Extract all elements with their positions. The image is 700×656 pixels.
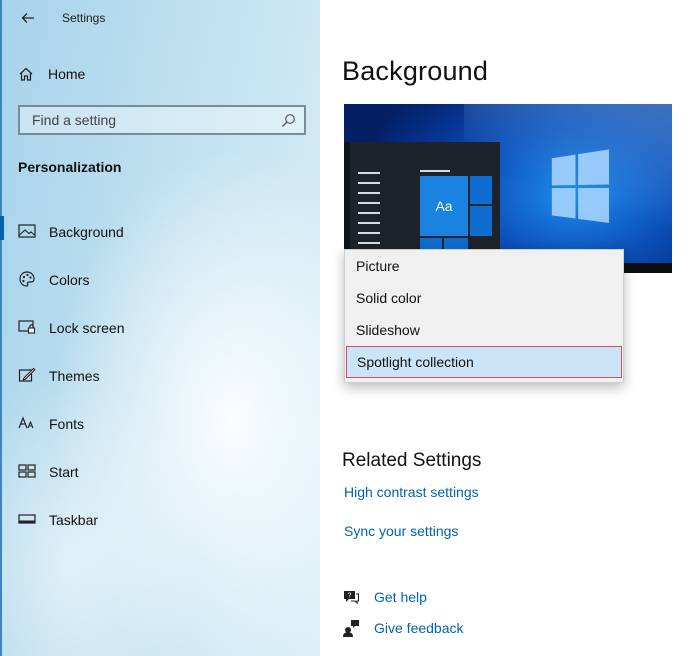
dropdown-option-spotlight-collection[interactable]: Spotlight collection: [346, 346, 622, 378]
home-label: Home: [48, 66, 86, 82]
lock-screen-icon: [18, 318, 36, 336]
sidebar-item-label: Lock screen: [49, 320, 125, 336]
app-title: Settings: [62, 11, 106, 25]
home-nav-item[interactable]: Home: [18, 64, 85, 84]
sidebar-item-label: Fonts: [49, 416, 85, 432]
back-button[interactable]: [18, 8, 38, 28]
sidebar-item-taskbar[interactable]: Taskbar: [2, 496, 320, 544]
dropdown-option-slideshow[interactable]: Slideshow: [345, 314, 623, 346]
related-settings-heading: Related Settings: [342, 450, 482, 471]
fonts-icon: [18, 414, 36, 432]
search-icon[interactable]: [281, 113, 296, 128]
get-help-label: Get help: [374, 589, 427, 605]
windows-logo-icon: [551, 148, 615, 229]
sidebar: Settings Home Personalization Background…: [0, 0, 320, 656]
svg-text:?: ?: [348, 593, 352, 600]
start-icon: [18, 462, 36, 480]
taskbar-icon: [18, 510, 36, 528]
feedback-icon: [342, 619, 360, 637]
give-feedback-link[interactable]: Give feedback: [342, 619, 464, 637]
search-input[interactable]: [30, 111, 281, 129]
back-arrow-icon: [21, 13, 34, 23]
dropdown-option-picture[interactable]: Picture: [345, 250, 623, 282]
page-title: Background: [342, 56, 489, 86]
sidebar-item-background[interactable]: Background: [0, 208, 320, 256]
preview-start-menu: Aa: [344, 142, 500, 263]
high-contrast-settings-link[interactable]: High contrast settings: [344, 484, 479, 500]
search-box: [18, 105, 306, 135]
sidebar-item-label: Start: [49, 464, 79, 480]
themes-icon: [18, 366, 36, 384]
sidebar-item-themes[interactable]: Themes: [2, 352, 320, 400]
sidebar-item-fonts[interactable]: Fonts: [2, 400, 320, 448]
section-header: Personalization: [18, 159, 122, 175]
give-feedback-label: Give feedback: [374, 620, 464, 636]
sidebar-item-label: Background: [49, 224, 124, 240]
sidebar-item-colors[interactable]: Colors: [2, 256, 320, 304]
home-icon: [19, 67, 33, 81]
palette-icon: [18, 270, 36, 288]
sidebar-item-label: Colors: [49, 272, 90, 288]
preview-tile: Aa: [420, 176, 468, 236]
title-bar: Settings: [18, 8, 105, 28]
background-type-dropdown: Picture Solid color Slideshow Spotlight …: [344, 249, 624, 383]
dropdown-option-solid-color[interactable]: Solid color: [345, 282, 623, 314]
sidebar-item-label: Taskbar: [49, 512, 99, 528]
sync-settings-link[interactable]: Sync your settings: [344, 523, 458, 539]
sidebar-item-lock-screen[interactable]: Lock screen: [2, 304, 320, 352]
background-preview: Aa: [344, 104, 672, 273]
nav-list: Background Colors Lock screen Themes Fon…: [0, 208, 320, 544]
picture-icon: [18, 222, 36, 240]
sidebar-item-label: Themes: [49, 368, 100, 384]
sidebar-item-start[interactable]: Start: [2, 448, 320, 496]
get-help-link[interactable]: ? Get help: [342, 588, 427, 606]
help-chat-icon: ?: [342, 588, 360, 606]
